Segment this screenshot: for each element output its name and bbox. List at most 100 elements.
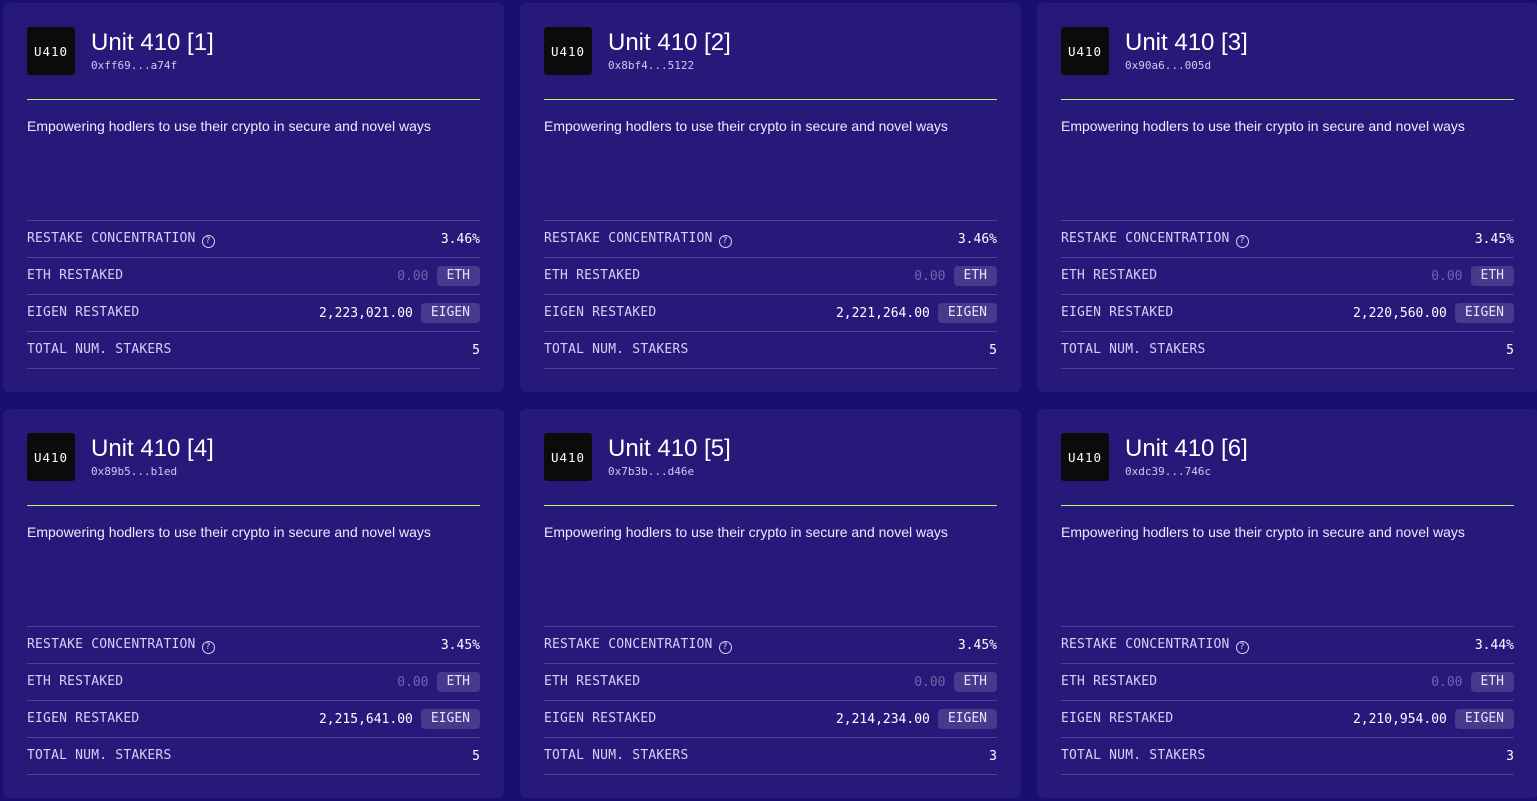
eth-unit-badge: ETH <box>953 266 997 286</box>
operator-address[interactable]: 0x7b3b...d46e <box>608 465 694 478</box>
operator-header: U410 Unit 410 [5] 0x7b3b...d46e <box>544 433 997 481</box>
stat-row-eigen-restaked: EIGEN RESTAKED 2,220,560.00 EIGEN <box>1061 295 1514 332</box>
stat-label: EIGEN RESTAKED <box>27 305 140 320</box>
eth-unit-badge: ETH <box>436 672 480 692</box>
stat-label: EIGEN RESTAKED <box>544 711 657 726</box>
eth-restaked-value: 0.00 <box>914 674 946 690</box>
stat-row-total-stakers: TOTAL NUM. STAKERS 3 <box>544 738 997 775</box>
eth-restaked-value: 0.00 <box>397 268 429 284</box>
operator-logo: U410 <box>1061 433 1109 481</box>
operator-address[interactable]: 0xff69...a74f <box>91 59 177 72</box>
stat-row-eth-restaked: ETH RESTAKED 0.00 ETH <box>27 258 480 295</box>
operator-name[interactable]: Unit 410 [2] <box>608 28 731 58</box>
operator-address[interactable]: 0x8bf4...5122 <box>608 59 694 72</box>
stats-table: RESTAKE CONCENTRATION? 3.45% ETH RESTAKE… <box>27 626 480 775</box>
eigen-unit-badge: EIGEN <box>420 303 480 323</box>
operator-address[interactable]: 0xdc39...746c <box>1125 465 1211 478</box>
stat-label: RESTAKE CONCENTRATION? <box>1061 231 1249 248</box>
stat-label: TOTAL NUM. STAKERS <box>27 342 172 357</box>
operator-logo: U410 <box>544 27 592 75</box>
restake-concentration-value: 3.45% <box>957 637 997 653</box>
operator-name[interactable]: Unit 410 [3] <box>1125 28 1248 58</box>
operator-card[interactable]: U410 Unit 410 [5] 0x7b3b...d46e Empoweri… <box>520 409 1021 798</box>
stat-label: TOTAL NUM. STAKERS <box>544 342 689 357</box>
operator-card[interactable]: U410 Unit 410 [3] 0x90a6...005d Empoweri… <box>1037 3 1537 392</box>
operator-description: Empowering hodlers to use their crypto i… <box>1061 118 1465 134</box>
eigen-unit-badge: EIGEN <box>420 709 480 729</box>
accent-divider <box>1061 505 1514 506</box>
operator-header: U410 Unit 410 [4] 0x89b5...b1ed <box>27 433 480 481</box>
stat-label: ETH RESTAKED <box>27 674 124 689</box>
total-stakers-value: 5 <box>472 342 480 358</box>
restake-concentration-value: 3.46% <box>440 231 480 247</box>
stat-label: RESTAKE CONCENTRATION? <box>27 637 215 654</box>
stat-label: ETH RESTAKED <box>27 268 124 283</box>
stats-table: RESTAKE CONCENTRATION? 3.45% ETH RESTAKE… <box>1061 220 1514 369</box>
info-icon[interactable]: ? <box>718 235 732 248</box>
stat-row-total-stakers: TOTAL NUM. STAKERS 5 <box>1061 332 1514 369</box>
total-stakers-value: 5 <box>1506 342 1514 358</box>
stat-label: EIGEN RESTAKED <box>544 305 657 320</box>
stat-label: EIGEN RESTAKED <box>1061 305 1174 320</box>
operator-header: U410 Unit 410 [6] 0xdc39...746c <box>1061 433 1514 481</box>
stats-table: RESTAKE CONCENTRATION? 3.46% ETH RESTAKE… <box>544 220 997 369</box>
eigen-restaked-value: 2,223,021.00 <box>318 305 413 321</box>
stat-label: RESTAKE CONCENTRATION? <box>27 231 215 248</box>
restake-concentration-value: 3.45% <box>440 637 480 653</box>
operator-card[interactable]: U410 Unit 410 [2] 0x8bf4...5122 Empoweri… <box>520 3 1021 392</box>
stat-row-eigen-restaked: EIGEN RESTAKED 2,223,021.00 EIGEN <box>27 295 480 332</box>
stat-row-total-stakers: TOTAL NUM. STAKERS 5 <box>27 332 480 369</box>
stat-row-eth-restaked: ETH RESTAKED 0.00 ETH <box>544 258 997 295</box>
info-icon[interactable]: ? <box>1235 641 1249 654</box>
info-icon[interactable]: ? <box>201 235 215 248</box>
eigen-unit-badge: EIGEN <box>1454 709 1514 729</box>
total-stakers-value: 3 <box>989 748 997 764</box>
total-stakers-value: 5 <box>472 748 480 764</box>
info-icon[interactable]: ? <box>718 641 732 654</box>
eigen-unit-badge: EIGEN <box>937 303 997 323</box>
stat-label: ETH RESTAKED <box>1061 268 1158 283</box>
operator-address[interactable]: 0x89b5...b1ed <box>91 465 177 478</box>
eth-restaked-value: 0.00 <box>397 674 429 690</box>
operator-header: U410 Unit 410 [3] 0x90a6...005d <box>1061 27 1514 75</box>
stat-row-eigen-restaked: EIGEN RESTAKED 2,210,954.00 EIGEN <box>1061 701 1514 738</box>
info-icon[interactable]: ? <box>1235 235 1249 248</box>
accent-divider <box>544 505 997 506</box>
eigen-restaked-value: 2,215,641.00 <box>318 711 413 727</box>
operator-name[interactable]: Unit 410 [6] <box>1125 434 1248 464</box>
stat-row-restake-concentration: RESTAKE CONCENTRATION? 3.45% <box>544 627 997 664</box>
total-stakers-value: 3 <box>1506 748 1514 764</box>
stat-label: RESTAKE CONCENTRATION? <box>1061 637 1249 654</box>
eth-restaked-value: 0.00 <box>1431 268 1463 284</box>
stat-row-restake-concentration: RESTAKE CONCENTRATION? 3.44% <box>1061 627 1514 664</box>
eigen-unit-badge: EIGEN <box>937 709 997 729</box>
eth-restaked-value: 0.00 <box>914 268 946 284</box>
accent-divider <box>1061 99 1514 100</box>
stat-row-eth-restaked: ETH RESTAKED 0.00 ETH <box>1061 258 1514 295</box>
operator-card[interactable]: U410 Unit 410 [1] 0xff69...a74f Empoweri… <box>3 3 504 392</box>
operator-card[interactable]: U410 Unit 410 [4] 0x89b5...b1ed Empoweri… <box>3 409 504 798</box>
accent-divider <box>27 99 480 100</box>
stats-table: RESTAKE CONCENTRATION? 3.45% ETH RESTAKE… <box>544 626 997 775</box>
operator-card[interactable]: U410 Unit 410 [6] 0xdc39...746c Empoweri… <box>1037 409 1537 798</box>
eigen-restaked-value: 2,210,954.00 <box>1352 711 1447 727</box>
eigen-unit-badge: EIGEN <box>1454 303 1514 323</box>
eth-unit-badge: ETH <box>953 672 997 692</box>
operator-description: Empowering hodlers to use their crypto i… <box>27 118 431 134</box>
eigen-restaked-value: 2,214,234.00 <box>835 711 930 727</box>
stat-row-total-stakers: TOTAL NUM. STAKERS 5 <box>544 332 997 369</box>
stat-row-eth-restaked: ETH RESTAKED 0.00 ETH <box>27 664 480 701</box>
operator-name[interactable]: Unit 410 [1] <box>91 28 214 58</box>
operator-name[interactable]: Unit 410 [5] <box>608 434 731 464</box>
operator-description: Empowering hodlers to use their crypto i… <box>27 524 431 540</box>
accent-divider <box>544 99 997 100</box>
eth-unit-badge: ETH <box>1470 672 1514 692</box>
info-icon[interactable]: ? <box>201 641 215 654</box>
operator-name[interactable]: Unit 410 [4] <box>91 434 214 464</box>
operator-address[interactable]: 0x90a6...005d <box>1125 59 1211 72</box>
stat-label: RESTAKE CONCENTRATION? <box>544 637 732 654</box>
eigen-restaked-value: 2,220,560.00 <box>1352 305 1447 321</box>
stat-row-total-stakers: TOTAL NUM. STAKERS 5 <box>27 738 480 775</box>
stat-row-eigen-restaked: EIGEN RESTAKED 2,221,264.00 EIGEN <box>544 295 997 332</box>
operator-description: Empowering hodlers to use their crypto i… <box>544 118 948 134</box>
